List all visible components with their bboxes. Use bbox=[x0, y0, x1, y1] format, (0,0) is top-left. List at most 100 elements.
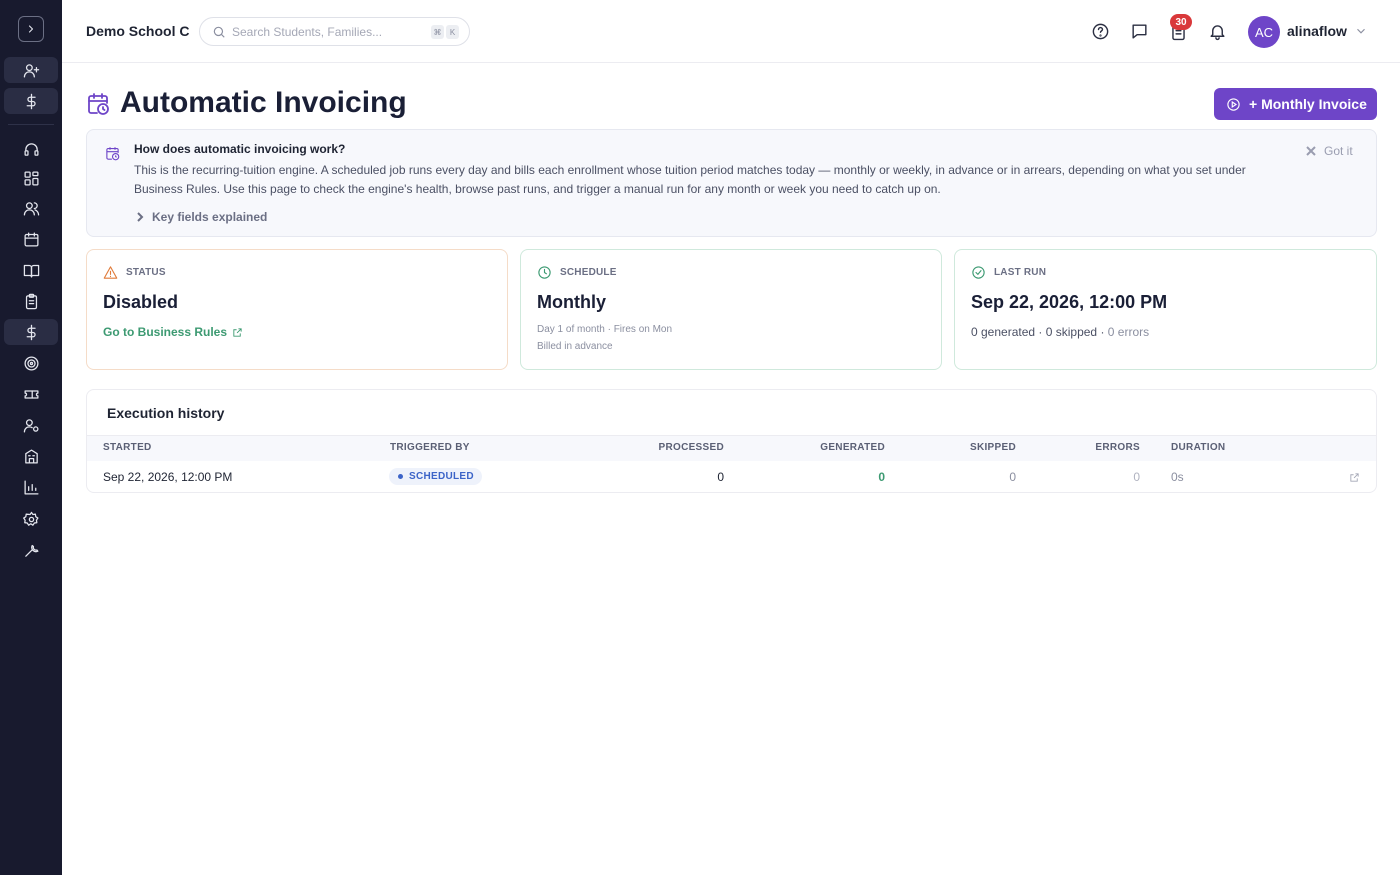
status-card: STATUS Disabled Go to Business Rules bbox=[86, 249, 508, 370]
cell-started: Sep 22, 2026, 12:00 PM bbox=[103, 470, 233, 484]
check-circle-icon bbox=[972, 266, 985, 279]
shortcut-modifier-key: ⌘ bbox=[431, 25, 444, 39]
info-banner: How does automatic invoicing work? This … bbox=[86, 129, 1377, 237]
warning-triangle-icon bbox=[103, 266, 118, 279]
execution-history-title: Execution history bbox=[107, 405, 225, 421]
school-name[interactable]: Demo School C bbox=[86, 23, 189, 39]
last-run-card-label: LAST RUN bbox=[971, 265, 1046, 280]
target-icon bbox=[23, 355, 39, 371]
monthly-invoice-button[interactable]: + Monthly Invoice bbox=[1214, 88, 1377, 120]
dollar-icon bbox=[26, 93, 36, 109]
sidebar-item-courses[interactable] bbox=[4, 257, 58, 283]
dismiss-info-label: Got it bbox=[1324, 144, 1353, 158]
key-fields-label: Key fields explained bbox=[152, 210, 268, 224]
user-avatar[interactable]: AC bbox=[1248, 16, 1280, 48]
business-rules-link[interactable]: Go to Business Rules bbox=[103, 325, 243, 339]
user-menu-toggle[interactable] bbox=[1354, 24, 1368, 38]
column-header-duration[interactable]: DURATION bbox=[1171, 442, 1225, 453]
sidebar-item-goals[interactable] bbox=[4, 350, 58, 376]
dismiss-info-button[interactable]: Got it bbox=[1306, 144, 1353, 158]
last-run-card: LAST RUN Sep 22, 2026, 12:00 PM 0 genera… bbox=[954, 249, 1377, 370]
shortcut-k-key: K bbox=[446, 25, 459, 39]
sidebar-item-dashboard[interactable] bbox=[4, 165, 58, 191]
sidebar-item-billing[interactable] bbox=[4, 88, 58, 114]
execution-history-panel: Execution history STARTED TRIGGERED BY P… bbox=[86, 389, 1377, 493]
column-header-triggered-by[interactable]: TRIGGERED BY bbox=[390, 442, 470, 453]
errors-count: 0 errors bbox=[1107, 325, 1150, 339]
search-bar[interactable]: ⌘ K bbox=[199, 17, 470, 46]
building-icon bbox=[24, 448, 38, 464]
schedule-card-label: SCHEDULE bbox=[537, 265, 617, 280]
key-fields-toggle[interactable]: Key fields explained bbox=[135, 210, 267, 224]
last-run-value: Sep 22, 2026, 12:00 PM bbox=[971, 292, 1168, 312]
cell-duration: 0s bbox=[1171, 470, 1184, 484]
notifications-button[interactable] bbox=[1207, 21, 1227, 41]
sidebar-item-organization[interactable] bbox=[4, 443, 58, 469]
sidebar-item-staff[interactable] bbox=[4, 412, 58, 438]
schedule-value: Monthly bbox=[537, 292, 606, 312]
status-card-label: STATUS bbox=[103, 265, 166, 280]
wrench-icon bbox=[24, 544, 39, 557]
column-header-started[interactable]: STARTED bbox=[103, 442, 152, 453]
user-plus-icon bbox=[23, 63, 39, 78]
gear-icon bbox=[22, 511, 39, 526]
message-icon bbox=[1131, 23, 1147, 39]
sidebar-item-support[interactable] bbox=[4, 136, 58, 162]
user-settings-icon bbox=[23, 418, 39, 433]
table-header: STARTED TRIGGERED BY PROCESSED GENERATED… bbox=[87, 435, 1376, 461]
business-rules-link-text: Go to Business Rules bbox=[103, 325, 228, 339]
monthly-invoice-button-label: + Monthly Invoice bbox=[1249, 96, 1367, 112]
close-icon bbox=[1306, 146, 1316, 156]
sidebar-item-reports[interactable] bbox=[4, 474, 58, 500]
column-header-generated[interactable]: GENERATED bbox=[785, 442, 885, 453]
sidebar-item-invoicing[interactable] bbox=[4, 319, 58, 345]
sidebar-item-calendar[interactable] bbox=[4, 226, 58, 252]
page-title: Automatic Invoicing bbox=[120, 86, 407, 119]
status-value: Disabled bbox=[103, 292, 179, 312]
headset-icon bbox=[23, 142, 39, 156]
calendar-icon bbox=[23, 231, 39, 247]
sidebar-item-add-user[interactable] bbox=[4, 57, 58, 83]
skipped-count: 0 skipped bbox=[1045, 325, 1098, 339]
sidebar-item-settings[interactable] bbox=[4, 506, 58, 532]
chart-icon bbox=[23, 479, 39, 495]
help-circle-icon bbox=[1092, 23, 1108, 39]
last-run-summary: 0 generated · 0 skipped · 0 errors bbox=[971, 325, 1150, 339]
last-run-label-text: LAST RUN bbox=[994, 267, 1047, 278]
info-banner-title: How does automatic invoicing work? bbox=[134, 142, 346, 156]
search-input[interactable] bbox=[232, 23, 422, 41]
column-header-skipped[interactable]: SKIPPED bbox=[916, 442, 1016, 453]
dashboard-icon bbox=[23, 170, 39, 186]
billing-mode: Billed in advance bbox=[537, 341, 613, 352]
cell-processed: 0 bbox=[717, 470, 724, 484]
messages-button[interactable] bbox=[1129, 21, 1149, 41]
sidebar-item-tickets[interactable] bbox=[4, 381, 58, 407]
username[interactable]: alinaflow bbox=[1287, 23, 1347, 39]
sidebar-item-tools[interactable] bbox=[4, 537, 58, 563]
cell-skipped: 0 bbox=[1009, 470, 1016, 484]
play-circle-icon bbox=[1227, 97, 1240, 111]
chevron-right-icon bbox=[137, 212, 144, 222]
sidebar-divider bbox=[8, 124, 54, 125]
schedule-label-text: SCHEDULE bbox=[560, 267, 617, 278]
top-header: Demo School C ⌘ K 30 AC alinaflow bbox=[62, 0, 1400, 63]
column-header-processed[interactable]: PROCESSED bbox=[624, 442, 724, 453]
calendar-clock-icon bbox=[105, 146, 121, 162]
chevron-right-icon bbox=[28, 25, 34, 33]
dollar-icon bbox=[26, 324, 36, 340]
info-banner-text: This is the recurring-tuition engine. A … bbox=[134, 163, 1246, 196]
cell-errors: 0 bbox=[1133, 470, 1140, 484]
help-button[interactable] bbox=[1090, 21, 1110, 41]
open-run-button[interactable] bbox=[1349, 470, 1361, 482]
sidebar-item-tasks[interactable] bbox=[4, 288, 58, 314]
external-link-icon bbox=[1350, 473, 1359, 482]
chevron-down-icon bbox=[1357, 28, 1365, 34]
sidebar-item-people[interactable] bbox=[4, 195, 58, 221]
schedule-detail: Day 1 of month · Fires on Mon bbox=[537, 324, 673, 335]
users-icon bbox=[23, 201, 39, 216]
status-label-text: STATUS bbox=[126, 267, 166, 278]
sidebar-expand-button[interactable] bbox=[18, 16, 44, 42]
column-header-errors[interactable]: ERRORS bbox=[1040, 442, 1140, 453]
cell-generated: 0 bbox=[878, 470, 885, 484]
external-link-icon bbox=[233, 327, 242, 337]
